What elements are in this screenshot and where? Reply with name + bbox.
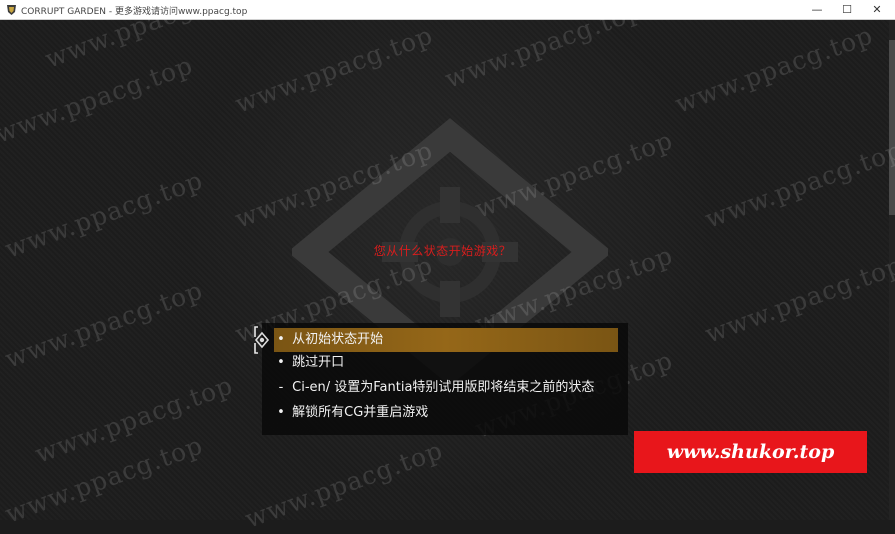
site-watermark-badge: www.shukor.top (634, 431, 867, 473)
maximize-button[interactable]: ☐ (832, 0, 862, 20)
choice-unlock-all-cg[interactable]: • 解锁所有CG并重启游戏 (274, 401, 618, 425)
choice-label: 从初始状态开始 (292, 332, 384, 347)
choice-bullet: • (277, 405, 285, 420)
choice-skip-opening[interactable]: • 跳过开口 (274, 351, 618, 375)
app-icon (7, 5, 16, 15)
choice-bullet: • (277, 355, 285, 370)
choice-trial-end-state[interactable]: - Ci-en/ 设置为Fantia特别试用版即将结束之前的状态 (274, 376, 618, 400)
choice-start-initial[interactable]: • 从初始状态开始 (274, 328, 618, 352)
choice-label: 跳过开口 (292, 355, 345, 370)
choice-label: Ci-en/ 设置为Fantia特别试用版即将结束之前的状态 (292, 380, 595, 395)
close-button[interactable]: ✕ (862, 0, 892, 20)
choice-bullet: • (277, 332, 285, 347)
start-state-question: 您从什么状态开始游戏？ (373, 244, 512, 258)
choice-label: 解锁所有CG并重启游戏 (292, 405, 429, 420)
minimize-button[interactable]: — (802, 0, 832, 20)
choice-bullet: - (278, 380, 284, 395)
scrollbar-thumb[interactable] (889, 40, 895, 215)
selection-cursor-icon (254, 326, 270, 354)
